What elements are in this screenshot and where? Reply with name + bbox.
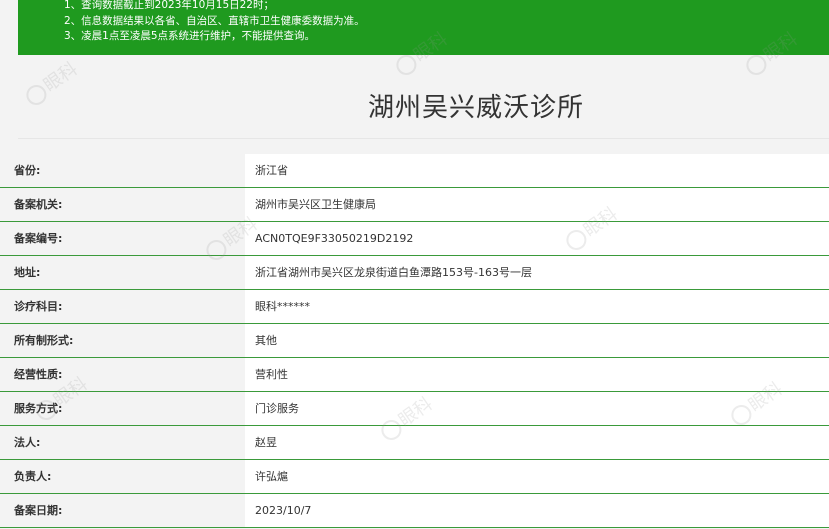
row-value: 门诊服务 [245,392,829,425]
page-title: 湖州吴兴威沃诊所 [368,93,585,123]
row-label: 诊疗科目: [0,290,245,323]
table-row: 备案日期: 2023/10/7 [0,494,829,528]
table-row: 所有制形式: 其他 [0,324,829,358]
row-value: 浙江省湖州市吴兴区龙泉街道白鱼潭路153号-163号一层 [245,256,829,289]
info-table: 省份: 浙江省 备案机关: 湖州市吴兴区卫生健康局 备案编号: ACN0TQE9… [0,154,829,528]
row-label: 备案机关: [0,188,245,221]
row-value: 浙江省 [245,154,829,187]
notice-line: 3、凌晨1点至凌晨5点系统进行维护，不能提供查询。 [64,30,316,42]
table-row: 备案编号: ACN0TQE9F33050219D2192 [0,222,829,256]
row-value: 2023/10/7 [245,494,829,527]
row-label: 服务方式: [0,392,245,425]
notice-banner: 1、查询数据截止到2023年10月15日22时； 2、信息数据结果以各省、自治区… [18,0,829,55]
row-label: 省份: [0,154,245,187]
notice-line: 2、信息数据结果以各省、自治区、直辖市卫生健康委数据为准。 [64,14,365,27]
table-row: 备案机关: 湖州市吴兴区卫生健康局 [0,188,829,222]
table-row: 经营性质: 营利性 [0,358,829,392]
row-value: ACN0TQE9F33050219D2192 [245,222,829,255]
row-value: 营利性 [245,358,829,391]
row-label: 经营性质: [0,358,245,391]
table-row: 法人: 赵昱 [0,426,829,460]
row-value: 其他 [245,324,829,357]
notice-line: 1、查询数据截止到2023年10月15日22时； [64,0,274,11]
table-row: 地址: 浙江省湖州市吴兴区龙泉街道白鱼潭路153号-163号一层 [0,256,829,290]
title-area: 湖州吴兴威沃诊所 [18,55,829,139]
table-row: 负责人: 许弘熩 [0,460,829,494]
row-label: 负责人: [0,460,245,493]
table-row: 省份: 浙江省 [0,154,829,188]
table-row: 服务方式: 门诊服务 [0,392,829,426]
row-label: 所有制形式: [0,324,245,357]
row-label: 法人: [0,426,245,459]
row-value: 许弘熩 [245,460,829,493]
row-value: 眼科****** [245,290,829,323]
table-row: 诊疗科目: 眼科****** [0,290,829,324]
row-label: 备案日期: [0,494,245,527]
row-value: 赵昱 [245,426,829,459]
row-label: 地址: [0,256,245,289]
row-value: 湖州市吴兴区卫生健康局 [245,188,829,221]
row-label: 备案编号: [0,222,245,255]
